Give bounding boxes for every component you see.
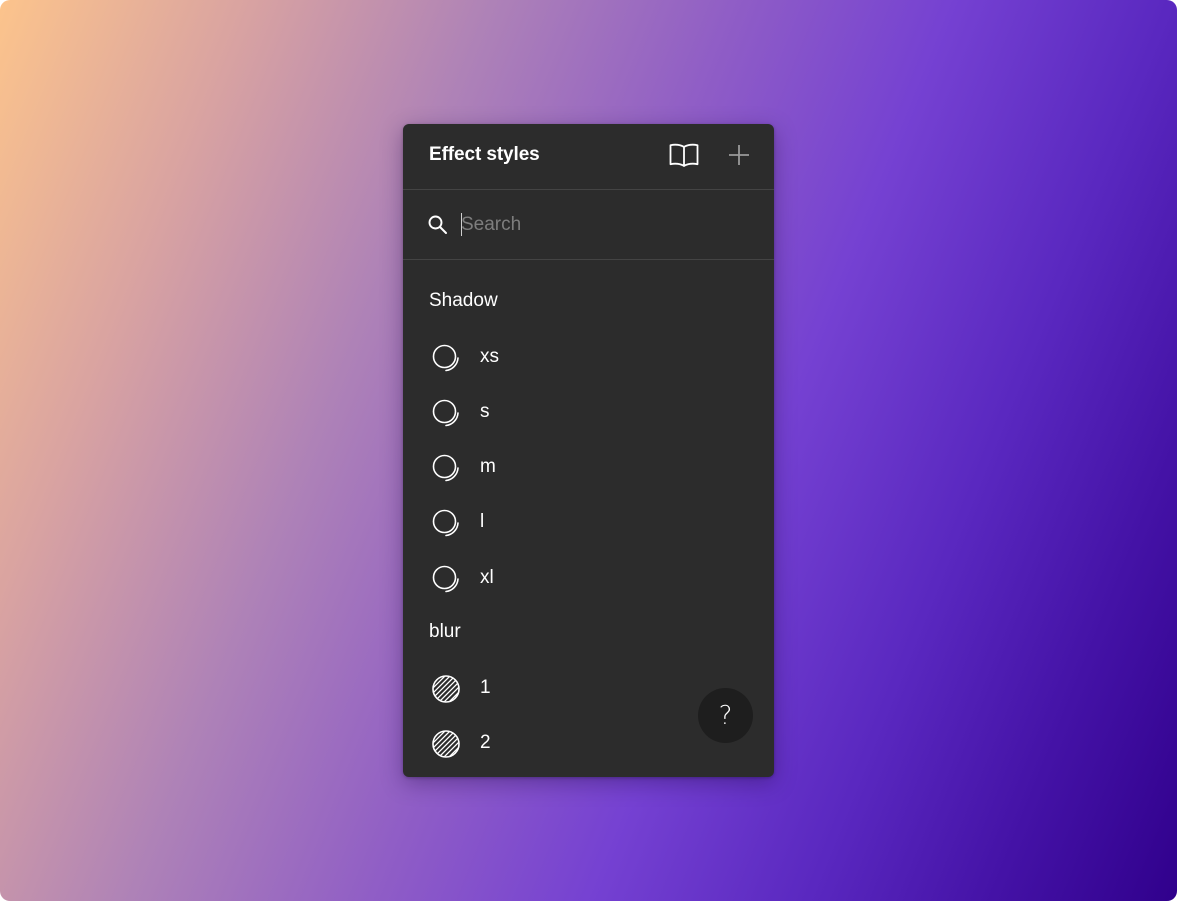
style-item-shadow-s[interactable]: s (403, 389, 774, 435)
style-item-label: xl (480, 567, 494, 588)
search-input[interactable] (461, 210, 741, 240)
drop-shadow-icon (432, 344, 459, 372)
style-item-label: s (480, 401, 490, 422)
style-item-label: xs (480, 346, 499, 367)
blur-icon (432, 675, 460, 703)
help-button[interactable]: ? (698, 688, 753, 743)
style-item-label: 2 (480, 732, 491, 753)
section-title-blur: blur (429, 621, 461, 642)
search-icon (428, 215, 447, 234)
drop-shadow-icon (432, 399, 459, 427)
style-item-shadow-l[interactable]: l (403, 499, 774, 545)
plus-icon (729, 145, 749, 165)
team-library-button[interactable] (667, 140, 701, 170)
style-item-label: m (480, 456, 496, 477)
blur-icon (432, 730, 460, 758)
style-item-label: l (480, 511, 485, 532)
drop-shadow-icon (432, 454, 459, 482)
panel-title: Effect styles (429, 144, 540, 165)
text-caret (461, 213, 462, 236)
drop-shadow-icon (432, 509, 459, 537)
effect-styles-panel: Effect styles Shadow xs (403, 124, 774, 777)
add-style-button[interactable] (722, 140, 756, 170)
section-title-shadow: Shadow (429, 290, 498, 311)
search-row (403, 190, 774, 260)
style-item-shadow-xs[interactable]: xs (403, 334, 774, 380)
style-item-shadow-xl[interactable]: xl (403, 555, 774, 601)
style-item-shadow-m[interactable]: m (403, 444, 774, 490)
style-item-label: 1 (480, 677, 491, 698)
book-open-icon (669, 143, 699, 167)
drop-shadow-icon (432, 565, 459, 593)
help-icon: ? (718, 700, 733, 731)
panel-header: Effect styles (403, 124, 774, 190)
